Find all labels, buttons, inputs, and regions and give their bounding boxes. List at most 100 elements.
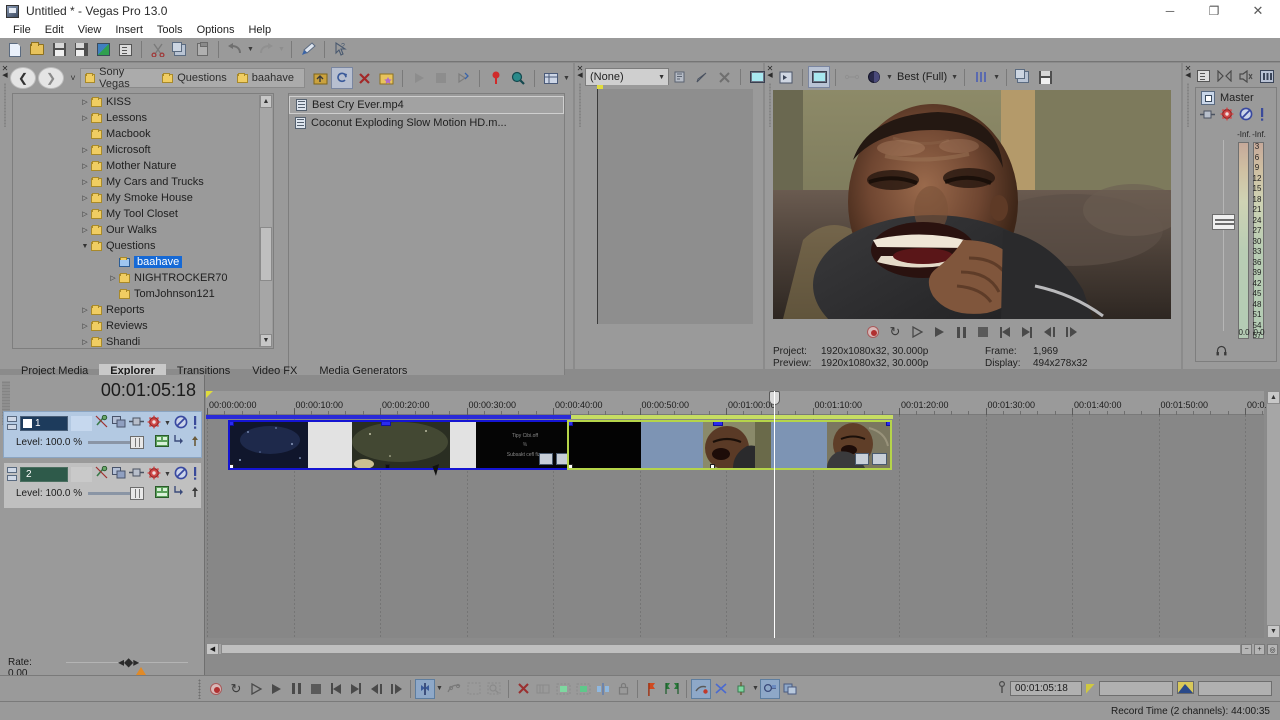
- loop-icon[interactable]: ↻: [884, 321, 906, 343]
- tree-expand-arrow[interactable]: ▷: [79, 162, 91, 170]
- collapse-icon[interactable]: ◀: [767, 72, 772, 79]
- tree-item-my-smoke-house[interactable]: ▷ My Smoke House: [13, 190, 273, 206]
- normal-edit-icon[interactable]: [415, 678, 435, 699]
- timeline-row-track-1[interactable]: Tipy Cibi.off % Subsakt cefl fize: [206, 415, 1264, 470]
- composite-mode-icon[interactable]: [155, 485, 169, 501]
- lock-event-icon[interactable]: [760, 678, 780, 699]
- menu-insert[interactable]: Insert: [108, 22, 150, 38]
- file-list-item[interactable]: Coconut Exploding Slow Motion HD.m...: [289, 114, 564, 132]
- menu-options[interactable]: Options: [190, 22, 242, 38]
- quantize-icon[interactable]: [731, 679, 751, 699]
- tree-item-baahave[interactable]: baahave: [13, 254, 273, 270]
- clip-handle-top-center[interactable]: [713, 422, 724, 426]
- close-icon[interactable]: ✕: [1185, 65, 1192, 73]
- master-fader-track[interactable]: [1223, 140, 1224, 331]
- scroll-down-arrow[interactable]: ▼: [260, 334, 272, 347]
- plus-icon[interactable]: +: [1254, 644, 1265, 655]
- clip-handle-top-right[interactable]: [886, 422, 890, 426]
- compositing-icon[interactable]: [129, 467, 144, 481]
- tree-expand-arrow[interactable]: ▷: [79, 146, 91, 154]
- menu-file[interactable]: File: [6, 22, 38, 38]
- timeline-tracks-area[interactable]: Tipy Cibi.off % Subsakt cefl fize: [206, 415, 1264, 638]
- tree-item-questions[interactable]: ▼ Questions: [13, 238, 273, 254]
- step-forward-icon[interactable]: [386, 679, 406, 699]
- video-properties-icon[interactable]: [775, 66, 797, 88]
- parent-track-icon[interactable]: [189, 485, 201, 501]
- timeline-clip-space[interactable]: Tipy Cibi.off % Subsakt cefl fize: [228, 420, 576, 470]
- search-magnifier-icon[interactable]: [507, 67, 529, 89]
- lock-icon[interactable]: [613, 679, 633, 699]
- chevron-down-icon[interactable]: ▼: [658, 74, 665, 81]
- history-dropdown-icon[interactable]: ˅: [66, 67, 80, 89]
- skip-back-icon[interactable]: [326, 679, 346, 699]
- open-folder-icon[interactable]: [26, 39, 48, 61]
- clip-handle-top-center[interactable]: [381, 422, 392, 426]
- close-icon[interactable]: ✕: [2, 65, 9, 73]
- timeline-cursor-timecode[interactable]: 00:01:05:18: [101, 380, 196, 401]
- paint-brush-icon[interactable]: [297, 39, 319, 61]
- track-header-1[interactable]: 1 ▼ Level: 100.0 %: [3, 411, 202, 458]
- play-from-start-icon[interactable]: [906, 321, 928, 343]
- clip-handle-top-left[interactable]: [230, 422, 234, 426]
- tree-item-tomjohnson121[interactable]: TomJohnson121: [13, 286, 273, 302]
- properties-icon[interactable]: [1193, 65, 1214, 87]
- composite-mode-icon[interactable]: [155, 434, 169, 450]
- tree-expand-arrow[interactable]: ▷: [79, 114, 91, 122]
- mute-circle-icon[interactable]: [174, 466, 188, 483]
- save-snapshot-icon[interactable]: [1034, 66, 1056, 88]
- record-icon[interactable]: [862, 321, 884, 343]
- menu-tools[interactable]: Tools: [150, 22, 190, 38]
- step-back-icon[interactable]: [366, 679, 386, 699]
- copy-icon[interactable]: [169, 39, 191, 61]
- copy-snapshot-icon[interactable]: [1012, 66, 1034, 88]
- track-size-buttons[interactable]: [7, 467, 17, 481]
- track-fx-icon[interactable]: [95, 414, 109, 431]
- pause-icon[interactable]: [950, 321, 972, 343]
- favorites-pin-icon[interactable]: [485, 67, 507, 89]
- drag-handle[interactable]: [4, 83, 6, 127]
- gear-red-icon[interactable]: [147, 415, 161, 432]
- scissors-icon[interactable]: [147, 39, 169, 61]
- delete-x-icon[interactable]: [513, 679, 533, 699]
- back-button[interactable]: ❮: [10, 67, 36, 89]
- clip-handle-top-left[interactable]: [569, 422, 573, 426]
- close-icon[interactable]: ✕: [577, 65, 584, 73]
- file-list[interactable]: Best Cry Ever.mp4 Coconut Exploding Slow …: [288, 93, 565, 389]
- mute-circle-icon[interactable]: [174, 415, 188, 432]
- chevron-down-icon[interactable]: ▼: [992, 66, 1001, 88]
- trimmer-canvas[interactable]: [597, 89, 753, 324]
- track-motion-icon[interactable]: [112, 466, 126, 482]
- tree-expand-arrow[interactable]: ▷: [79, 306, 91, 314]
- breadcrumb[interactable]: Sony Vegas Questions baahave: [80, 66, 305, 90]
- chevron-down-icon[interactable]: ▼: [950, 66, 959, 88]
- chevron-down-icon[interactable]: ▼: [885, 66, 894, 88]
- scroll-up-arrow[interactable]: ▲: [260, 95, 272, 108]
- zoom-edit-icon[interactable]: [484, 679, 504, 699]
- event-pan-crop-icon[interactable]: [855, 453, 869, 465]
- tree-item-reviews[interactable]: ▷ Reviews: [13, 318, 273, 334]
- chevron-down-icon[interactable]: ▼: [751, 678, 760, 700]
- loop-region-blue[interactable]: [206, 415, 571, 419]
- tree-expand-arrow[interactable]: ▷: [79, 226, 91, 234]
- skip-forward-icon[interactable]: [346, 679, 366, 699]
- child-track-icon[interactable]: [173, 485, 185, 501]
- child-track-icon[interactable]: [173, 434, 185, 450]
- solo-bar-icon[interactable]: [191, 466, 199, 483]
- track-1-number[interactable]: 1: [20, 415, 68, 431]
- tree-expand-arrow[interactable]: ▷: [107, 274, 119, 282]
- timeline-vertical-scrollbar[interactable]: ▲ ▼: [1266, 391, 1280, 638]
- chevron-down-icon[interactable]: ▼: [435, 678, 444, 700]
- menu-help[interactable]: Help: [241, 22, 278, 38]
- track-motion-icon[interactable]: [112, 415, 126, 431]
- new-document-icon[interactable]: [4, 39, 26, 61]
- loop-region-green[interactable]: [571, 415, 893, 419]
- track-2-name-field[interactable]: [71, 466, 92, 482]
- save-icon[interactable]: [48, 39, 70, 61]
- split-event-icon[interactable]: [593, 679, 613, 699]
- chevron-down-icon[interactable]: ▼: [164, 412, 171, 434]
- overlay-circle-icon[interactable]: [863, 66, 885, 88]
- new-folder-icon[interactable]: [375, 67, 397, 89]
- tree-item-microsoft[interactable]: ▷ Microsoft: [13, 142, 273, 158]
- tree-item-my-tool-closet[interactable]: ▷ My Tool Closet: [13, 206, 273, 222]
- solo-bar-icon[interactable]: [1258, 107, 1266, 124]
